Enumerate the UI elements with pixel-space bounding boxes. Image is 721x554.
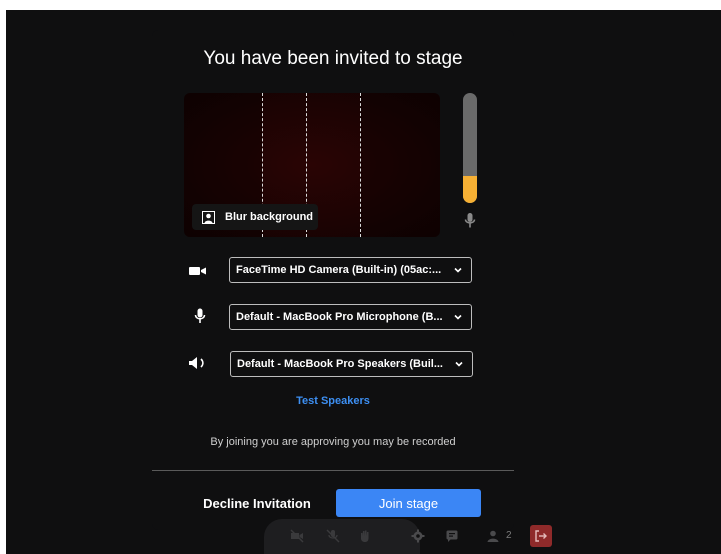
speaker-icon [189,357,204,369]
speaker-select-value: Default - MacBook Pro Speakers (Buil... [237,358,443,370]
raise-hand-icon[interactable] [358,529,372,543]
leave-icon [535,530,547,542]
microphone-off-icon[interactable] [326,529,340,543]
decline-invitation-button[interactable]: Decline Invitation [190,496,324,511]
camera-select[interactable]: FaceTime HD Camera (Built-in) (05ac:... [229,257,472,283]
join-stage-button[interactable]: Join stage [336,489,481,517]
test-speakers-link[interactable]: Test Speakers [152,395,514,407]
microphone-select[interactable]: Default - MacBook Pro Microphone (B... [229,304,472,330]
chevron-down-icon [454,314,462,320]
chevron-down-icon [454,267,462,273]
camera-off-icon[interactable] [290,529,304,543]
settings-icon[interactable] [411,529,425,543]
participant-count: 2 [506,530,512,541]
participants-icon[interactable] [486,529,500,543]
dialog-divider [152,470,514,471]
microphone-select-value: Default - MacBook Pro Microphone (B... [236,311,443,323]
dialog-title: You have been invited to stage [203,48,463,69]
recording-notice: By joining you are approving you may be … [210,436,456,448]
preview-band [360,93,440,237]
blur-background-icon [202,210,215,224]
camera-select-value: FaceTime HD Camera (Built-in) (05ac:... [236,264,442,276]
microphone-icon [194,308,206,323]
chat-icon[interactable] [445,529,459,543]
speaker-select[interactable]: Default - MacBook Pro Speakers (Buil... [230,351,473,377]
mic-level-fill [463,175,477,203]
microphone-icon [464,213,476,228]
camera-icon [189,267,206,275]
mic-level-meter [463,93,477,203]
blur-background-label: Blur background [225,211,314,223]
preview-guide-line [360,93,361,237]
media-controls-bar [264,519,420,554]
blur-background-button[interactable]: Blur background [192,204,318,230]
leave-button[interactable] [530,525,552,547]
chevron-down-icon [455,361,463,367]
